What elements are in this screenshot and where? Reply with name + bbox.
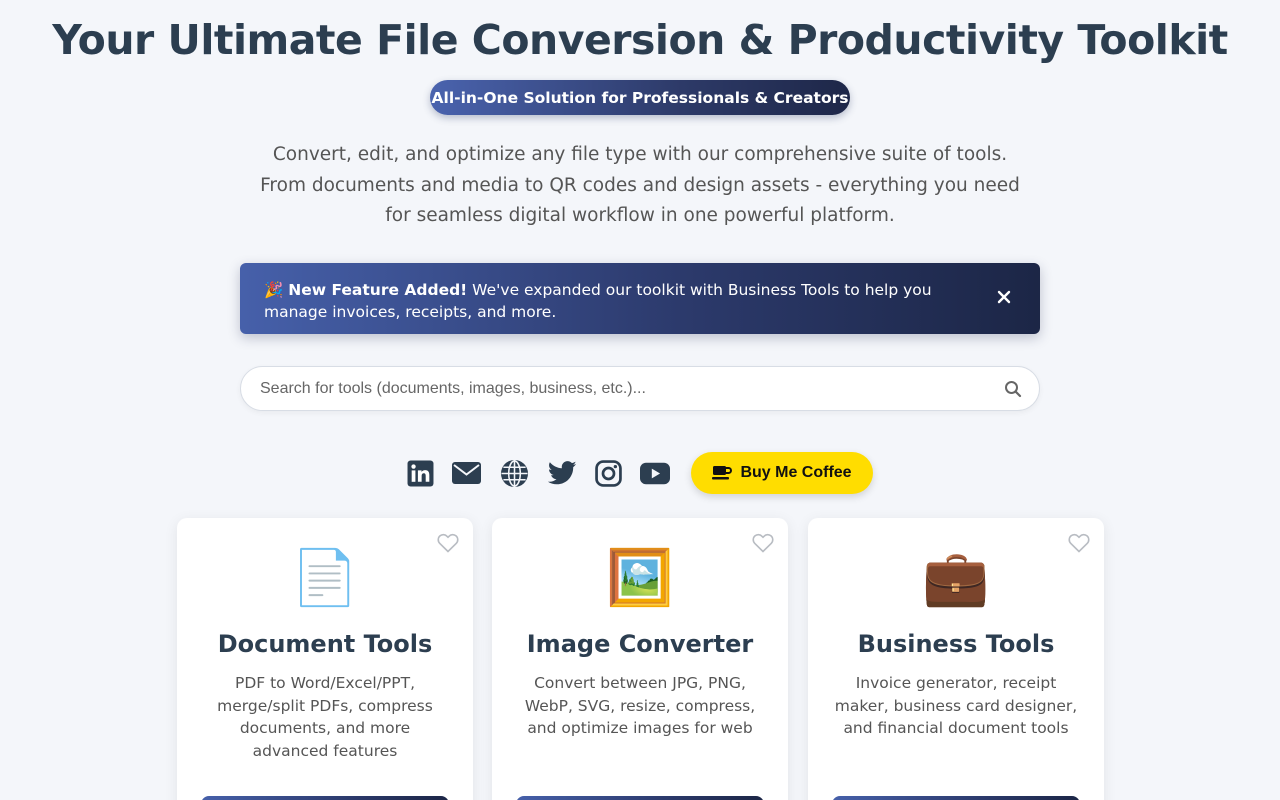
tool-card-business[interactable]: 💼 Business Tools Invoice generator, rece… xyxy=(808,518,1104,800)
card-open-button[interactable] xyxy=(201,796,449,800)
close-icon xyxy=(997,290,1011,304)
party-icon: 🎉 xyxy=(264,281,284,299)
card-description: PDF to Word/Excel/PPT, merge/split PDFs,… xyxy=(217,674,433,760)
youtube-link[interactable] xyxy=(640,458,670,488)
card-description: Convert between JPG, PNG, WebP, SVG, res… xyxy=(524,674,756,737)
twitter-link[interactable] xyxy=(547,458,577,488)
tool-card-document[interactable]: 📄 Document Tools PDF to Word/Excel/PPT, … xyxy=(177,518,473,800)
linkedin-link[interactable] xyxy=(405,458,435,488)
card-title: Business Tools xyxy=(857,630,1055,658)
globe-icon xyxy=(500,459,528,487)
tool-card-image[interactable]: 🖼️ Image Converter Convert between JPG, … xyxy=(492,518,788,800)
banner-close-button[interactable] xyxy=(994,287,1014,307)
youtube-icon xyxy=(640,462,670,484)
card-title: Image Converter xyxy=(526,630,754,658)
search-bar xyxy=(240,366,1040,411)
page-title: Your Ultimate File Conversion & Producti… xyxy=(52,16,1228,64)
linkedin-icon xyxy=(407,460,433,486)
tagline-text: All-in-One Solution for Professionals & … xyxy=(431,88,849,107)
new-feature-banner: 🎉 New Feature Added! We've expanded our … xyxy=(240,263,1040,334)
email-icon xyxy=(451,462,481,484)
intro-description: Convert, edit, and optimize any file typ… xyxy=(260,144,1020,226)
twitter-icon xyxy=(547,461,576,485)
card-open-button[interactable] xyxy=(516,796,764,800)
buy-me-coffee-button[interactable]: Buy Me Coffee xyxy=(691,452,873,494)
banner-headline: New Feature Added! xyxy=(288,281,468,299)
banner-message: 🎉 New Feature Added! We've expanded our … xyxy=(264,279,964,323)
website-link[interactable] xyxy=(499,458,529,488)
coffee-label: Buy Me Coffee xyxy=(740,464,852,481)
search-icon[interactable] xyxy=(1004,380,1022,398)
card-description: Invoice generator, receipt maker, busine… xyxy=(834,674,1078,737)
instagram-icon xyxy=(594,459,622,487)
coffee-icon xyxy=(712,466,733,480)
email-link[interactable] xyxy=(451,458,481,488)
card-open-button[interactable] xyxy=(832,796,1080,800)
social-links: Buy Me Coffee xyxy=(0,452,1280,494)
framed-picture-icon: 🖼️ xyxy=(606,546,674,609)
briefcase-icon: 💼 xyxy=(922,546,990,609)
instagram-link[interactable] xyxy=(593,458,623,488)
tagline-badge: All-in-One Solution for Professionals & … xyxy=(430,80,850,115)
card-title: Document Tools xyxy=(217,630,433,658)
search-input[interactable] xyxy=(260,367,980,410)
document-icon: 📄 xyxy=(291,546,359,609)
